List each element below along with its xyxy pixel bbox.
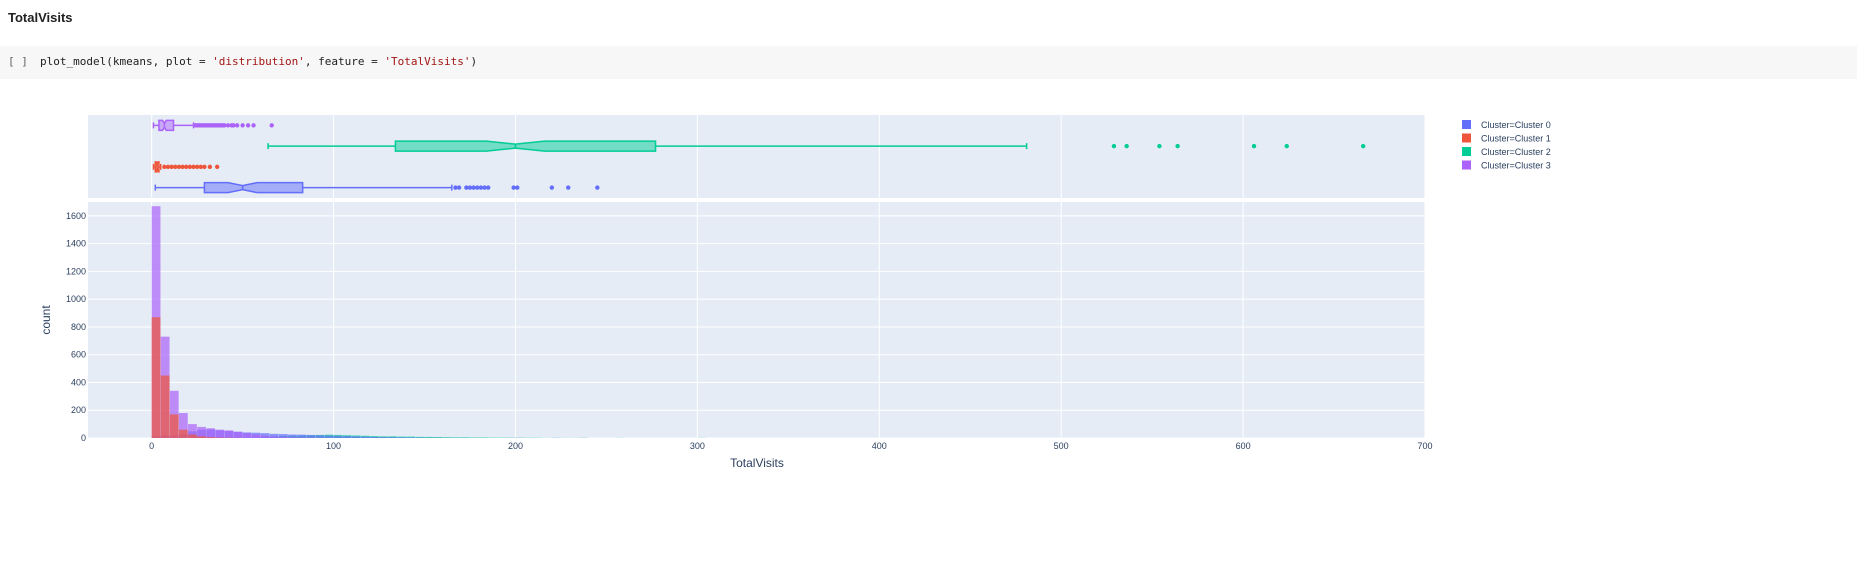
legend-swatch — [1462, 120, 1471, 129]
box-outlier — [566, 185, 571, 190]
histogram-bar — [351, 436, 361, 438]
x-tick-label: 0 — [149, 441, 154, 451]
box-outlier — [485, 185, 491, 190]
box-outlier — [251, 123, 256, 128]
histogram-bar — [388, 437, 397, 438]
legend-item-3[interactable]: Cluster=Cluster 3 — [1462, 160, 1551, 171]
code-mid: , feature = — [304, 55, 385, 68]
box-outlier — [269, 123, 274, 128]
histogram-bar — [251, 434, 261, 438]
histogram-bar — [197, 436, 206, 438]
box-outlier — [456, 185, 462, 190]
y-tick-label: 1600 — [66, 211, 86, 221]
box-outlier — [240, 123, 245, 128]
histogram-bar — [479, 437, 488, 438]
histogram-bar — [369, 436, 379, 438]
histogram-bar — [406, 437, 416, 438]
box-outlier — [549, 185, 555, 190]
code-plot-arg: 'distribution' — [212, 55, 305, 68]
box-outlier — [1251, 143, 1257, 149]
box-outlier — [515, 185, 520, 190]
box-outlier — [1111, 143, 1117, 149]
histogram-bar — [233, 431, 243, 438]
box-outlier — [1284, 143, 1289, 149]
histogram-bar — [315, 435, 325, 438]
histogram-bar — [306, 434, 316, 438]
y-tick-label: 200 — [71, 405, 86, 415]
y-tick-label: 1000 — [66, 294, 86, 304]
box-iqr — [203, 181, 304, 194]
histogram-bar — [215, 429, 225, 438]
box-outlier — [207, 164, 213, 170]
histogram-bar — [470, 437, 479, 438]
histogram-bar — [169, 414, 179, 438]
section-heading: TotalVisits — [8, 10, 73, 25]
box-outlier — [202, 164, 207, 170]
box-iqr — [394, 140, 657, 152]
y-tick-label: 400 — [71, 377, 86, 387]
code-line[interactable]: plot_model(kmeans, plot = 'distribution'… — [40, 55, 477, 68]
box-outlier — [214, 164, 220, 170]
box-outlier — [1124, 143, 1129, 149]
histogram-bar — [260, 435, 270, 438]
histogram-bar — [206, 428, 216, 438]
y-tick-label: 1200 — [66, 266, 86, 276]
histogram-bar — [288, 437, 297, 438]
legend-swatch — [1462, 133, 1471, 143]
y-tick-label: 800 — [71, 322, 86, 332]
x-axis-title: TotalVisits — [730, 456, 784, 470]
histogram-bar — [206, 437, 216, 438]
histogram-plot-area — [88, 202, 1425, 438]
histogram-bar — [269, 436, 279, 438]
histogram-bar — [379, 437, 388, 438]
box-iqr — [158, 119, 175, 132]
box-outlier — [1175, 143, 1180, 149]
code-feature-arg: 'TotalVisits' — [384, 55, 471, 68]
legend-swatch — [1462, 160, 1471, 170]
histogram-bar — [224, 430, 234, 438]
code-cell[interactable]: [ ] plot_model(kmeans, plot = 'distribut… — [0, 46, 1857, 79]
y-tick-label: 600 — [71, 350, 86, 360]
x-tick-label: 300 — [690, 441, 705, 451]
x-tick-label: 700 — [1417, 441, 1432, 451]
histogram-bar — [324, 435, 334, 438]
histogram-bar — [360, 436, 370, 438]
x-tick-label: 400 — [872, 441, 887, 451]
x-tick-label: 600 — [1236, 441, 1251, 451]
x-tick-label: 500 — [1054, 441, 1069, 451]
code-func: plot_model(kmeans, plot = — [40, 55, 213, 68]
histogram-bar — [297, 434, 306, 438]
box-outlier — [245, 123, 251, 128]
distribution-plot[interactable]: 0 100 200 300 400 500 600 700 0 200 400 600 800 1000 1… — [0, 110, 1857, 570]
histogram-bar — [242, 433, 252, 438]
histogram-bar — [178, 429, 188, 438]
legend-label: Cluster=Cluster 3 — [1481, 161, 1551, 171]
legend-item-2[interactable]: Cluster=Cluster 2 — [1462, 147, 1551, 157]
box-outlier — [234, 123, 240, 128]
y-axis-title: count — [39, 305, 53, 335]
box-outlier — [595, 185, 600, 190]
histogram-bar — [397, 437, 407, 438]
code-end: ) — [470, 55, 478, 68]
x-tick-label: 100 — [326, 441, 341, 451]
legend-label: Cluster=Cluster 0 — [1481, 120, 1551, 130]
box-outlier — [1360, 143, 1366, 149]
x-tick-label: 200 — [508, 441, 523, 451]
y-tick-label: 0 — [81, 433, 86, 443]
y-tick-label: 1400 — [66, 239, 86, 249]
histogram-bar — [333, 435, 343, 438]
legend-swatch — [1462, 147, 1471, 156]
histogram-bar — [151, 317, 161, 438]
run-cell-button[interactable]: [ ] — [8, 55, 28, 68]
histogram-bar — [160, 375, 170, 438]
histogram-bar — [188, 434, 197, 438]
legend-item-0[interactable]: Cluster=Cluster 0 — [1462, 120, 1551, 130]
legend-label: Cluster=Cluster 1 — [1481, 134, 1551, 144]
histogram-bar — [342, 436, 352, 438]
legend-item-1[interactable]: Cluster=Cluster 1 — [1462, 133, 1551, 144]
histogram-bar — [279, 436, 288, 438]
box-outlier — [1157, 143, 1162, 149]
legend-label: Cluster=Cluster 2 — [1481, 147, 1551, 157]
